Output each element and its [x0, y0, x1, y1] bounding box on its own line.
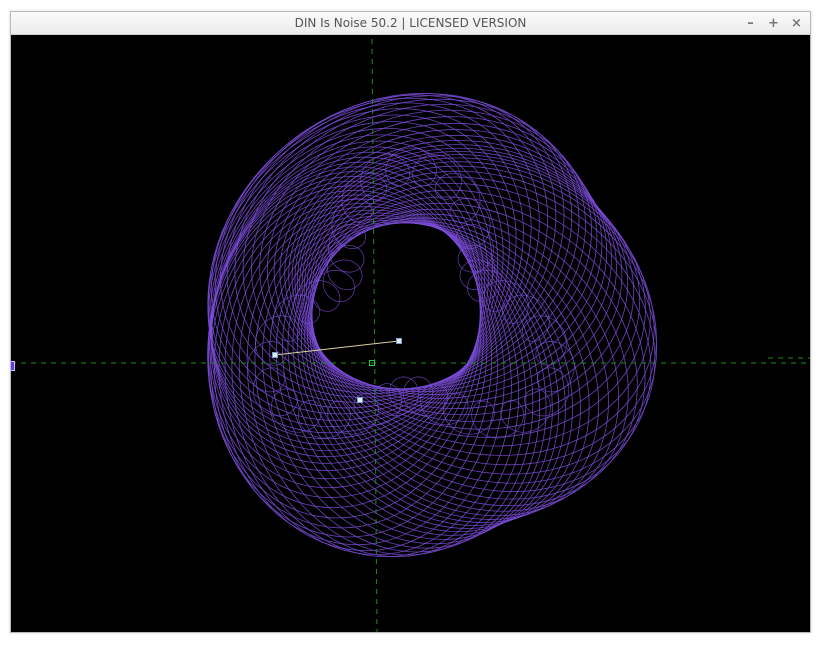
curve-visualization[interactable]	[11, 35, 810, 632]
spiro-curves	[207, 92, 658, 558]
curve-loop	[207, 108, 524, 427]
curve-loop	[210, 156, 483, 480]
curve-loop	[224, 198, 512, 556]
curve-loop	[211, 151, 486, 472]
curve-loop	[259, 109, 592, 390]
curve-loop	[300, 220, 600, 523]
close-icon[interactable]: ×	[789, 16, 804, 31]
control-point-handle[interactable]	[396, 338, 402, 344]
control-point-handle[interactable]	[357, 397, 363, 403]
left-edge-handle[interactable]	[10, 361, 15, 371]
maximize-icon[interactable]: +	[766, 16, 781, 31]
app-window: DIN Is Noise 50.2 | LICENSED VERSION – +…	[10, 11, 811, 633]
minimize-icon[interactable]: –	[743, 16, 758, 31]
drawing-canvas[interactable]	[10, 35, 810, 632]
window-title: DIN Is Noise 50.2 | LICENSED VERSION	[294, 16, 527, 30]
title-bar[interactable]: DIN Is Noise 50.2 | LICENSED VERSION – +…	[11, 12, 810, 35]
window-controls: – + ×	[743, 12, 804, 34]
curve-loop	[303, 161, 651, 447]
control-point-handle[interactable]	[272, 352, 278, 358]
curve-loop	[209, 161, 481, 489]
curve-loop	[208, 102, 532, 421]
curve-loop	[282, 221, 566, 536]
